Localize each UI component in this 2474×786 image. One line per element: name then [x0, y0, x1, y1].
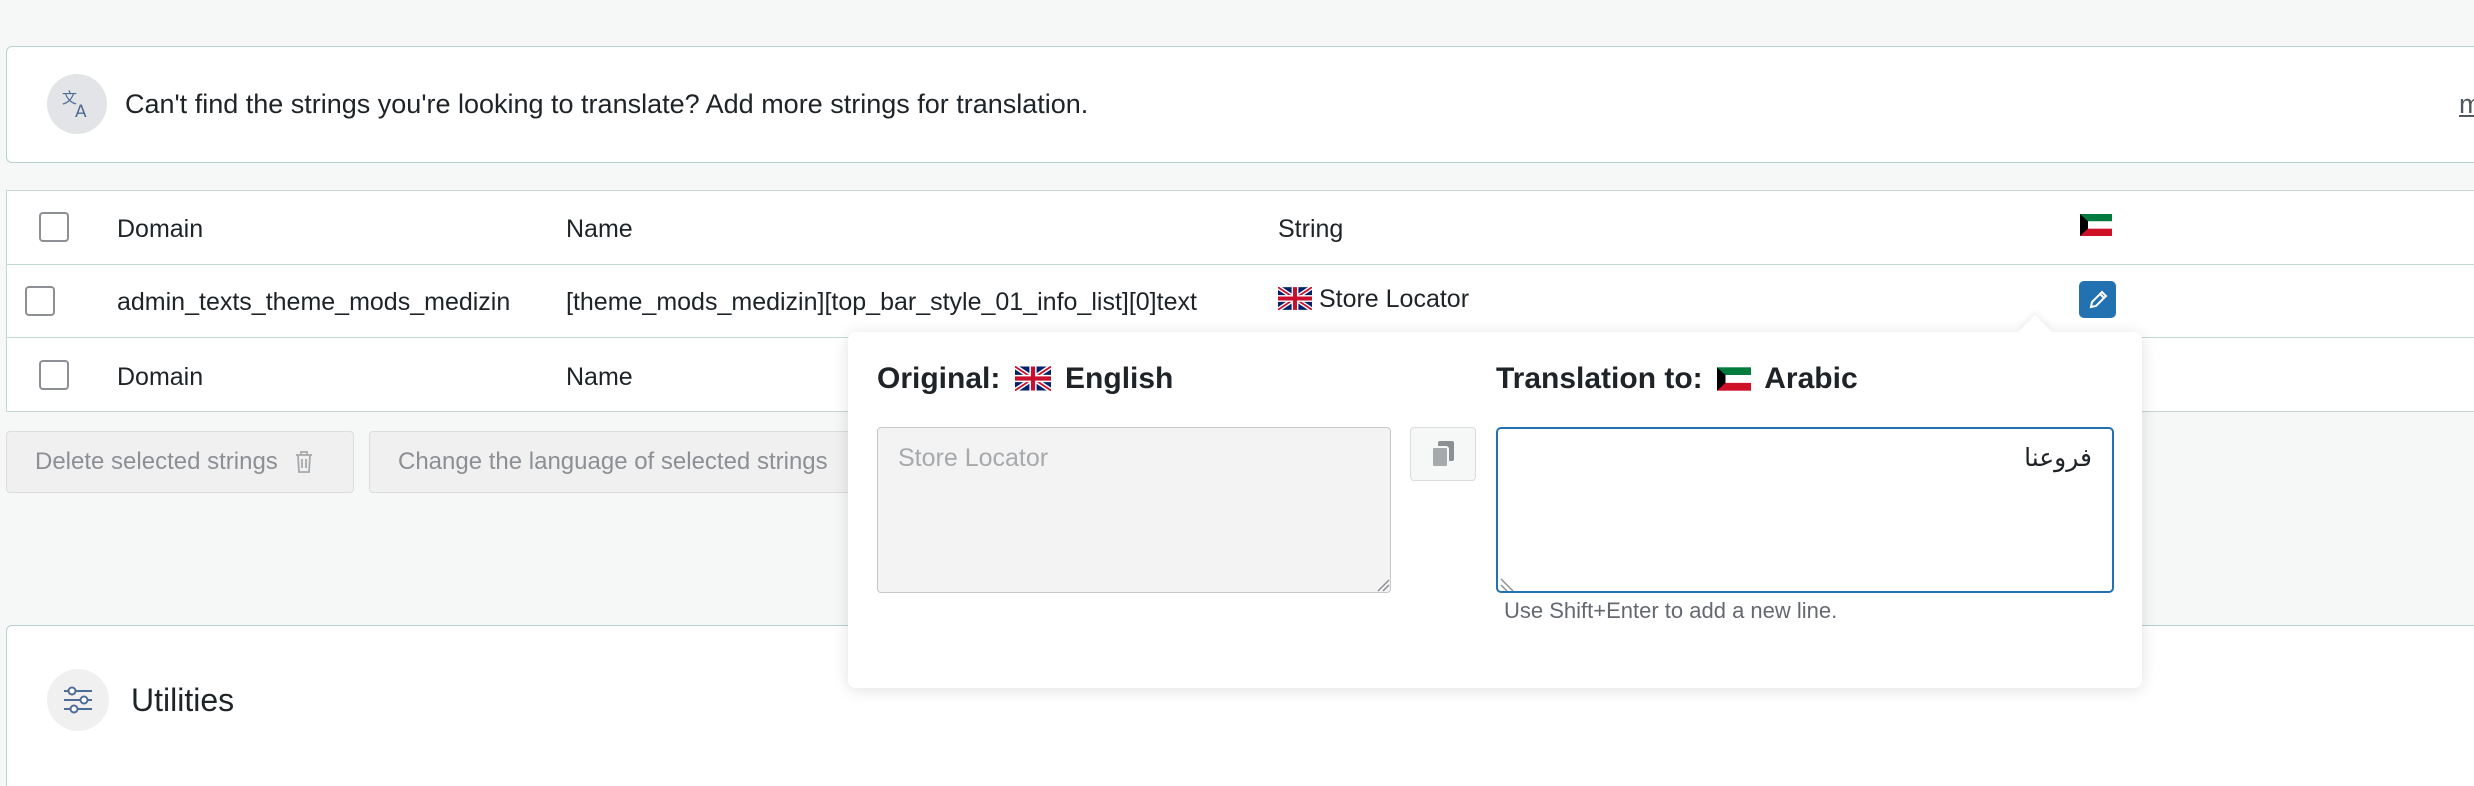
translation-language: Arabic	[1764, 362, 1858, 395]
resize-grip-icon[interactable]	[1500, 578, 1514, 592]
column-domain[interactable]: Domain	[117, 215, 203, 244]
column-domain-footer[interactable]: Domain	[117, 363, 203, 392]
original-label: Original:	[877, 362, 1001, 395]
original-heading: Original: English	[877, 362, 1173, 396]
translation-popup: Original: English Translation to: Arabic…	[848, 315, 2142, 688]
translation-label: Translation to:	[1496, 362, 1703, 395]
utilities-title: Utilities	[131, 682, 235, 718]
row-string-text: Store Locator	[1318, 285, 1470, 313]
kuwait-flag-icon	[2080, 214, 2112, 236]
edit-translation-button[interactable]	[2079, 281, 2116, 318]
column-name[interactable]: Name	[566, 215, 633, 244]
svg-text:A: A	[75, 102, 87, 121]
trash-icon	[295, 451, 312, 473]
row-domain: admin_texts_theme_mods_medizin	[117, 288, 511, 316]
sliders-icon	[47, 669, 109, 731]
row-name: [theme_mods_medizin][top_bar_style_01_in…	[566, 288, 1197, 316]
select-all-checkbox[interactable]	[39, 212, 69, 242]
row-checkbox[interactable]	[25, 286, 55, 316]
notice-text: Can't find the strings you're looking to…	[125, 89, 1089, 119]
column-string[interactable]: String	[1278, 215, 1343, 244]
original-language: English	[1065, 362, 1174, 395]
kuwait-flag-icon	[1717, 367, 1752, 391]
notice-banner: 文 A Can't find the strings you're lookin…	[6, 46, 2474, 163]
copy-original-button[interactable]	[1410, 427, 1476, 481]
copy-icon	[1431, 441, 1454, 468]
row-string: Store Locator	[1278, 285, 1469, 314]
change-language-label: Change the language of selected strings	[398, 448, 828, 475]
table-header: Domain Name String	[7, 191, 2474, 263]
original-text-field: Store Locator	[877, 427, 1391, 593]
newline-hint: Use Shift+Enter to add a new line.	[1504, 598, 1838, 623]
notice-more-link[interactable]: m	[2459, 89, 2474, 120]
uk-flag-icon	[1014, 366, 1051, 391]
translate-icon: 文 A	[47, 74, 107, 134]
pencil-icon	[2089, 290, 2107, 308]
delete-selected-strings-button[interactable]: Delete selected strings	[6, 431, 354, 493]
delete-button-label: Delete selected strings	[35, 448, 278, 475]
translation-input[interactable]: فروعنا	[1496, 427, 2114, 593]
select-all-checkbox-footer[interactable]	[39, 360, 69, 390]
uk-flag-icon	[1278, 287, 1312, 310]
table-row: admin_texts_theme_mods_medizin [theme_mo…	[7, 264, 2474, 338]
resize-grip-icon[interactable]	[1376, 578, 1390, 592]
column-name-footer[interactable]: Name	[566, 363, 633, 392]
translation-heading: Translation to: Arabic	[1496, 362, 1858, 396]
change-language-button[interactable]: Change the language of selected strings	[369, 431, 869, 493]
